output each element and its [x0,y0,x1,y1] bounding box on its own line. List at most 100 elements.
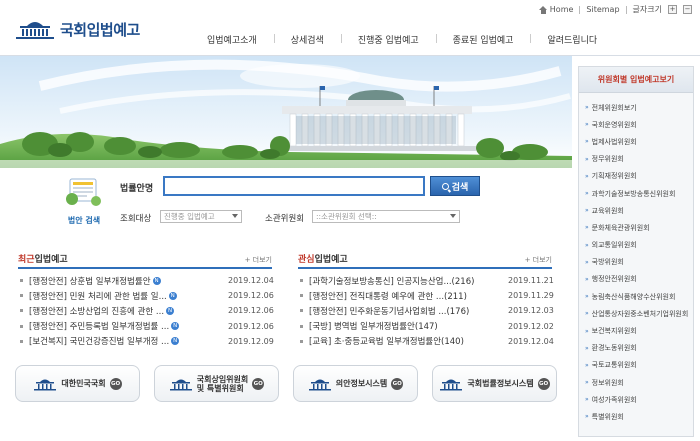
new-badge-icon: N [152,276,161,285]
interest-board: 관심입법예고 + 더보기 [과학기술정보방송통신] 인공지능산업...(216)… [298,252,554,349]
font-size-label: 글자크기 [632,5,662,14]
nav-intro[interactable]: 입법예고소개 [190,33,274,46]
main-nav: 입법예고소개 상세검색 진행중 입법예고 종료된 입법예고 알려드립니다 [190,33,614,46]
sidebar-item[interactable]: » 여성가족위원회 [579,391,693,408]
sitemap-link[interactable]: Sitemap [586,5,619,14]
sidebar-item[interactable]: » 외교통일위원회 [579,237,693,254]
law-book-icon [66,178,101,206]
site-title: 국회입법예고 [60,20,140,39]
sidebar-item[interactable]: » 농림축산식품해양수산위원회 [579,288,693,305]
assembly-building-icon [169,379,192,390]
list-item[interactable]: [과학기술정보방송통신] 인공지능산업...(216) 2019.11.21 [298,273,554,288]
arrow-icon: » [585,155,589,163]
sidebar-item[interactable]: » 과학기술정보방송통신위원회 [579,185,693,202]
interest-more-link[interactable]: + 더보기 [525,255,552,265]
banner-law-info[interactable]: 국회법률정보시스템 GO [432,365,557,402]
sidebar-item[interactable]: » 문화체육관광위원회 [579,219,693,236]
sidebar-item[interactable]: » 산업통상자원중소벤처기업위원회 [579,305,693,322]
arrow-icon: » [585,172,589,180]
list-item[interactable]: [행정안전] 소방산업의 진흥에 관한 ... N 2019.12.06 [18,303,274,318]
sidebar-item[interactable]: » 정보위원회 [579,374,693,391]
chevron-down-icon [450,214,456,218]
assembly-building-icon [440,379,463,390]
sidebar-item[interactable]: » 국회운영위원회 [579,116,693,133]
new-badge-icon: N [168,291,177,300]
sidebar-item[interactable]: » 교육위원회 [579,202,693,219]
list-item[interactable]: [교육] 초·중등교육법 일부개정법률안(140) 2019.12.04 [298,334,554,349]
home-link[interactable]: Home [538,5,573,14]
banner-bill-info[interactable]: 의안정보시스템 GO [293,365,418,402]
arrow-icon: » [585,258,589,266]
recent-more-link[interactable]: + 더보기 [245,255,272,265]
law-search-guide[interactable]: 법안 검색 [60,175,108,226]
sidebar-title: 위원회별 입법예고보기 [579,67,693,93]
arrow-icon: » [585,138,589,146]
list-item[interactable]: [보건복지] 국민건강증진법 일부개정 ... N 2019.12.09 [18,334,274,349]
arrow-icon: » [585,207,589,215]
list-item[interactable]: [행정안전] 민원 처리에 관한 법률 일... N 2019.12.06 [18,288,274,303]
interest-board-title: 관심입법예고 [298,255,348,265]
nav-ongoing[interactable]: 진행중 입법예고 [340,33,436,46]
arrow-icon: » [585,344,589,352]
go-icon: GO [391,377,404,390]
sidebar-item[interactable]: » 보건복지위원회 [579,322,693,339]
list-item[interactable]: [행정안전] 전직대통령 예우에 관한 ...(211) 2019.11.29 [298,288,554,303]
target-select[interactable]: 진행중 입법예고 [160,210,242,223]
new-badge-icon: N [166,306,175,315]
go-icon: GO [252,377,265,390]
sidebar-item[interactable]: » 전체위원회보기 [579,99,693,116]
list-item[interactable]: [행정안전] 민주화운동기념사업회법 ...(176) 2019.12.03 [298,303,554,318]
new-badge-icon: N [171,337,180,346]
banner-national-assembly[interactable]: 대한민국국회 GO [15,365,140,402]
list-item[interactable]: [행정안전] 주민등록법 일부개정법률 ... N 2019.12.06 [18,319,274,334]
assembly-building-icon [34,379,57,390]
arrow-icon: » [585,361,589,369]
arrow-icon: » [585,293,589,301]
list-item[interactable]: [행정안전] 상훈법 일부개정법률안 N 2019.12.04 [18,273,274,288]
arrow-icon: » [585,275,589,283]
sidebar-item[interactable]: » 특별위원회 [579,408,693,425]
search-label: 법률안명 [120,184,154,194]
home-icon [538,5,548,14]
search-area: 법안 검색 법률안명 검색 조회대상 진행중 입법예고 소관위원회 ::소관위원… [0,168,572,240]
search-button[interactable]: 검색 [430,176,480,196]
go-icon: GO [537,377,550,390]
arrow-icon: » [585,413,589,421]
sidebar-item[interactable]: » 정무위원회 [579,151,693,168]
arrow-icon: » [585,396,589,404]
law-search-label: 법안 검색 [67,216,101,225]
arrow-icon: » [585,121,589,129]
main-visual [0,56,572,168]
target-label: 조회대상 [120,214,152,224]
assembly-building-icon [308,379,331,390]
sidebar-item[interactable]: » 법제사법위원회 [579,133,693,150]
sidebar-item[interactable]: » 기획재정위원회 [579,168,693,185]
sidebar-item[interactable]: » 국방위원회 [579,254,693,271]
arrow-icon: » [585,310,589,318]
bill-name-search-input[interactable] [163,176,425,196]
search-icon [441,182,449,190]
nav-detail-search[interactable]: 상세검색 [273,33,341,46]
banner-committees[interactable]: 국회상임위원회 및 특별위원회 GO [154,365,279,402]
arrow-icon: » [585,224,589,232]
font-decrease-button[interactable]: − [683,5,692,14]
chevron-down-icon [232,214,238,218]
sidebar-item[interactable]: » 환경노동위원회 [579,340,693,357]
assembly-building-icon [16,22,54,39]
sidebar-item[interactable]: » 행정안전위원회 [579,271,693,288]
nav-notice[interactable]: 알려드립니다 [530,33,614,46]
site-logo[interactable]: 국회입법예고 [14,18,140,40]
committee-sidebar: 위원회별 입법예고보기 » 전체위원회보기 » 국회운영위원회 » 법제사법위원회 »… [578,66,694,437]
font-increase-button[interactable]: + [668,5,677,14]
recent-board-title: 최근입법예고 [18,255,68,265]
arrow-icon: » [585,190,589,198]
committee-label: 소관위원회 [265,214,305,224]
arrow-icon: » [585,379,589,387]
new-badge-icon: N [171,322,180,331]
arrow-icon: » [585,104,589,112]
nav-closed[interactable]: 종료된 입법예고 [435,33,531,46]
sidebar-item[interactable]: » 국토교통위원회 [579,357,693,374]
list-item[interactable]: [국방] 병역법 일부개정법률안(147) 2019.12.02 [298,319,554,334]
go-icon: GO [109,377,122,390]
committee-select[interactable]: ::소관위원회 선택:: [312,210,460,223]
